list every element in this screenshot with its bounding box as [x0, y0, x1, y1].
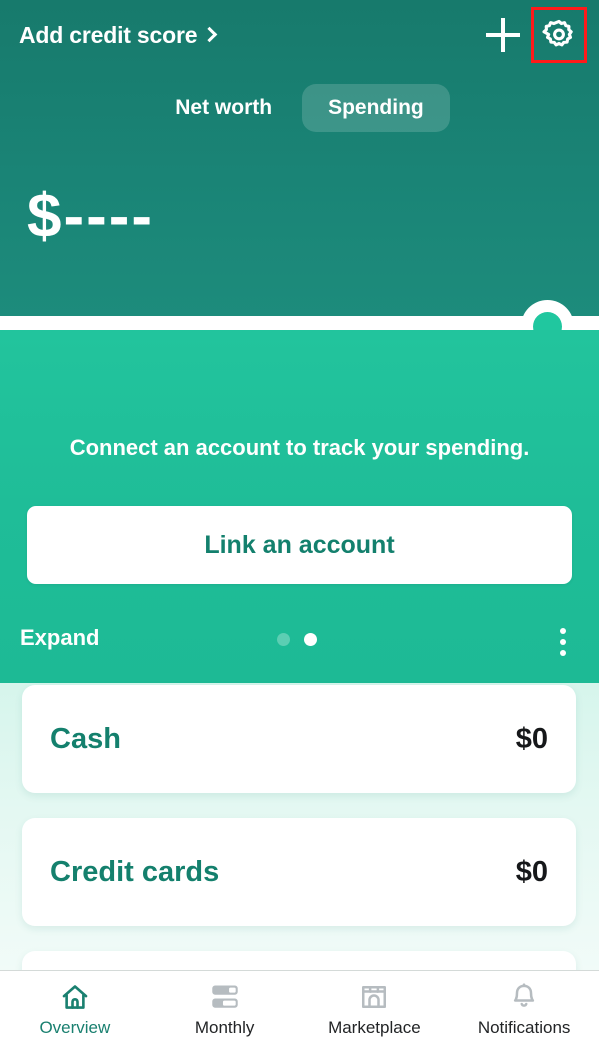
nav-item-marketplace[interactable]: Marketplace — [300, 971, 450, 1045]
list-bars-icon — [209, 981, 241, 1013]
account-card-title: Cash — [50, 722, 121, 755]
home-icon — [59, 981, 91, 1013]
kebab-dot-3 — [560, 650, 566, 656]
expand-button[interactable]: Expand — [20, 625, 99, 651]
header-bar: Add credit score — [0, 0, 599, 70]
header-panel: Add credit score Net worth Spending $---… — [0, 0, 599, 322]
view-mode-tabs: Net worth Spending — [0, 84, 599, 132]
gear-icon[interactable] — [531, 7, 587, 63]
empty-state-message: Connect an account to track your spendin… — [69, 435, 530, 460]
account-card-cash[interactable]: Cash $0 — [22, 685, 576, 793]
chevron-right-icon — [202, 26, 218, 43]
nav-label-overview: Overview — [39, 1017, 111, 1037]
tab-spending[interactable]: Spending — [302, 84, 450, 132]
pagination-dot-1[interactable] — [277, 633, 290, 646]
account-card-value: $0 — [515, 722, 548, 755]
accounts-list: Cash $0 Credit cards $0 — [0, 683, 599, 1045]
accounts-section-header: Expand — [0, 616, 599, 672]
add-credit-score-link[interactable]: Add credit score — [19, 21, 218, 49]
link-account-button[interactable]: Link an account — [27, 506, 572, 584]
pagination-dots — [277, 633, 317, 646]
bell-icon — [509, 981, 539, 1013]
account-card-title: Credit cards — [50, 855, 220, 888]
kebab-dot-2 — [560, 639, 566, 645]
nav-item-monthly[interactable]: Monthly — [150, 971, 300, 1045]
plus-icon[interactable] — [475, 7, 531, 63]
account-card-credit-cards[interactable]: Credit cards $0 — [22, 818, 576, 926]
kebab-dot-1 — [560, 628, 566, 634]
tab-net-worth[interactable]: Net worth — [149, 84, 298, 132]
pagination-dot-2[interactable] — [304, 633, 317, 646]
timeline-slider[interactable] — [0, 300, 599, 353]
app-root: Add credit score Net worth Spending $---… — [0, 0, 599, 1045]
balance-amount: $---- — [27, 182, 155, 251]
add-credit-score-label: Add credit score — [19, 21, 198, 48]
header-actions — [475, 7, 599, 63]
nav-label-monthly: Monthly — [194, 1017, 255, 1037]
bottom-navigation: Overview Monthly Marketplace Notificatio… — [0, 970, 599, 1045]
slider-track — [0, 316, 599, 330]
account-card-value: $0 — [515, 855, 548, 888]
nav-label-marketplace: Marketplace — [328, 1017, 421, 1037]
kebab-menu-icon[interactable] — [560, 628, 566, 656]
spending-panel: Connect an account to track your spendin… — [0, 330, 599, 683]
storefront-icon — [358, 981, 390, 1013]
nav-item-notifications[interactable]: Notifications — [449, 971, 599, 1045]
nav-item-overview[interactable]: Overview — [0, 971, 150, 1045]
nav-label-notifications: Notifications — [477, 1017, 571, 1037]
